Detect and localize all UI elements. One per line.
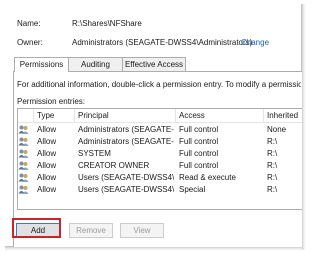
table-row[interactable]: Allow Administrators (SEAGATE-DWS... Ful… <box>18 124 302 135</box>
row-principal: SYSTEM <box>78 149 111 158</box>
row-inherited: R:\ <box>267 137 278 146</box>
permission-entries-label: Permission entries: <box>17 97 86 106</box>
users-icon <box>18 185 29 194</box>
row-access: Full control <box>179 161 219 170</box>
row-inherited: R:\ <box>267 149 278 158</box>
row-principal: CREATOR OWNER <box>78 161 150 170</box>
row-principal: Administrators (SEAGATE-DWS... <box>78 125 174 134</box>
owner-label: Owner: <box>17 38 43 47</box>
row-access: Full control <box>179 137 219 146</box>
row-inherited: None <box>267 125 287 134</box>
table-row[interactable]: Allow Users (SEAGATE-DWSS4\Users) Read &… <box>18 172 302 183</box>
column-header-principal[interactable]: Principal <box>75 109 176 122</box>
name-label: Name: <box>17 19 41 28</box>
remove-button[interactable]: Remove <box>69 223 113 238</box>
row-principal: Users (SEAGATE-DWSS4\Users) <box>78 173 174 182</box>
instructions-text: For additional information, double-click… <box>17 80 301 89</box>
row-type: Allow <box>37 125 57 134</box>
users-icon <box>18 173 29 182</box>
table-row[interactable]: Allow Administrators (SEAGATE-DWS... Ful… <box>18 136 302 147</box>
change-owner-link[interactable]: Change <box>241 38 269 47</box>
owner-value: Administrators (SEAGATE-DWSS4\Administra… <box>72 38 253 47</box>
table-row[interactable]: Allow Users (SEAGATE-DWSS4\Users) Specia… <box>18 184 302 195</box>
row-type: Allow <box>37 149 57 158</box>
row-principal: Users (SEAGATE-DWSS4\Users) <box>78 185 174 194</box>
column-header-icon[interactable] <box>18 109 34 122</box>
users-icon <box>18 125 29 134</box>
users-icon <box>18 137 29 146</box>
row-inherited: R:\ <box>267 161 278 170</box>
permission-entries-list[interactable]: Type Principal Access Inherited Allow Ad… <box>17 108 302 210</box>
view-button[interactable]: View <box>120 223 164 238</box>
row-type: Allow <box>37 185 57 194</box>
tab-effective-access[interactable]: Effective Access <box>122 57 186 71</box>
row-type: Allow <box>37 161 57 170</box>
list-header: Type Principal Access Inherited <box>18 109 302 123</box>
row-type: Allow <box>37 173 57 182</box>
row-access: Full control <box>179 125 219 134</box>
add-button[interactable]: Add <box>16 223 60 238</box>
row-principal: Administrators (SEAGATE-DWS... <box>78 137 174 146</box>
row-access: Full control <box>179 149 219 158</box>
tab-permissions[interactable]: Permissions <box>14 57 69 72</box>
users-icon <box>18 149 29 158</box>
row-access: Special <box>179 185 206 194</box>
tab-auditing[interactable]: Auditing <box>68 57 123 71</box>
table-row[interactable]: Allow SYSTEM Full control R:\ <box>18 148 302 159</box>
row-access: Read & execute <box>179 173 236 182</box>
users-icon <box>18 161 29 170</box>
column-header-inherited[interactable]: Inherited <box>264 109 302 122</box>
row-type: Allow <box>37 137 57 146</box>
row-inherited: R:\ <box>267 173 278 182</box>
name-value: R:\Shares\NFShare <box>72 19 142 28</box>
table-row[interactable]: Allow CREATOR OWNER Full control R:\ <box>18 160 302 171</box>
column-header-type[interactable]: Type <box>34 109 75 122</box>
row-inherited: R:\ <box>267 185 278 194</box>
column-header-access[interactable]: Access <box>176 109 264 122</box>
